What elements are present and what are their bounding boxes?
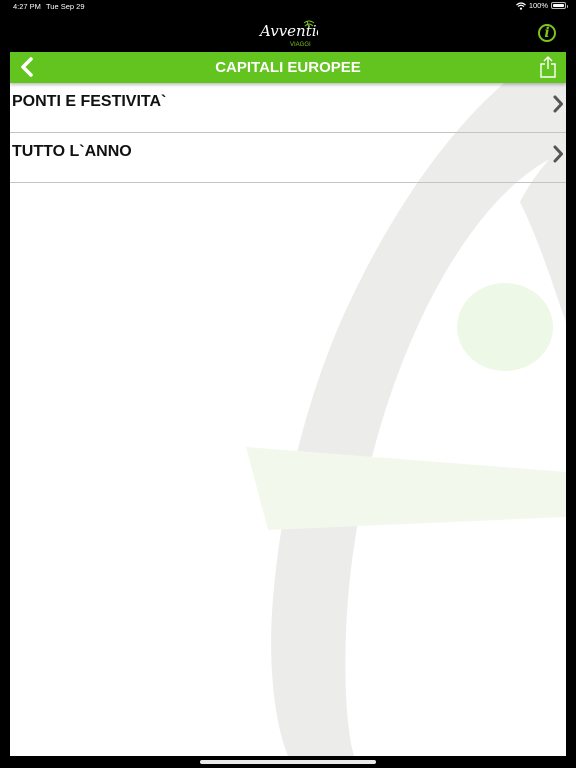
list-item[interactable]: PONTI E FESTIVITA`	[10, 83, 566, 133]
wifi-icon	[515, 1, 526, 10]
chevron-right-icon	[553, 95, 563, 113]
page-title: CAPITALI EUROPEE	[215, 59, 361, 76]
battery-icon	[551, 2, 568, 9]
logo-text: Avventidea	[258, 22, 318, 40]
list-item[interactable]: TUTTO L`ANNO	[10, 133, 566, 183]
status-bar: 4:27 PM Tue Sep 29 100%	[0, 0, 576, 14]
info-icon: i	[544, 25, 550, 41]
list-item-label: TUTTO L`ANNO	[12, 143, 132, 160]
list-item-label: PONTI E FESTIVITA`	[12, 93, 167, 110]
status-right: 100%	[515, 1, 568, 10]
home-indicator[interactable]	[200, 760, 376, 764]
category-list: PONTI E FESTIVITA` TUTTO L`ANNO	[10, 83, 566, 183]
info-button[interactable]: i	[538, 24, 556, 42]
app-logo: Avventidea VIAGGI	[258, 20, 318, 48]
share-icon[interactable]	[539, 56, 557, 78]
status-time: 4:27 PM	[13, 2, 41, 11]
navbar: CAPITALI EUROPEE	[10, 52, 566, 83]
app-header: Avventidea VIAGGI i	[0, 14, 576, 52]
status-date: Tue Sep 29	[46, 2, 85, 11]
chevron-right-icon	[553, 145, 563, 163]
main-content: CAPITALI EUROPEE PONTI E FESTIVITA` TUTT…	[10, 52, 566, 756]
battery-percent: 100%	[528, 1, 548, 10]
logo-subtext: VIAGGI	[290, 42, 311, 48]
